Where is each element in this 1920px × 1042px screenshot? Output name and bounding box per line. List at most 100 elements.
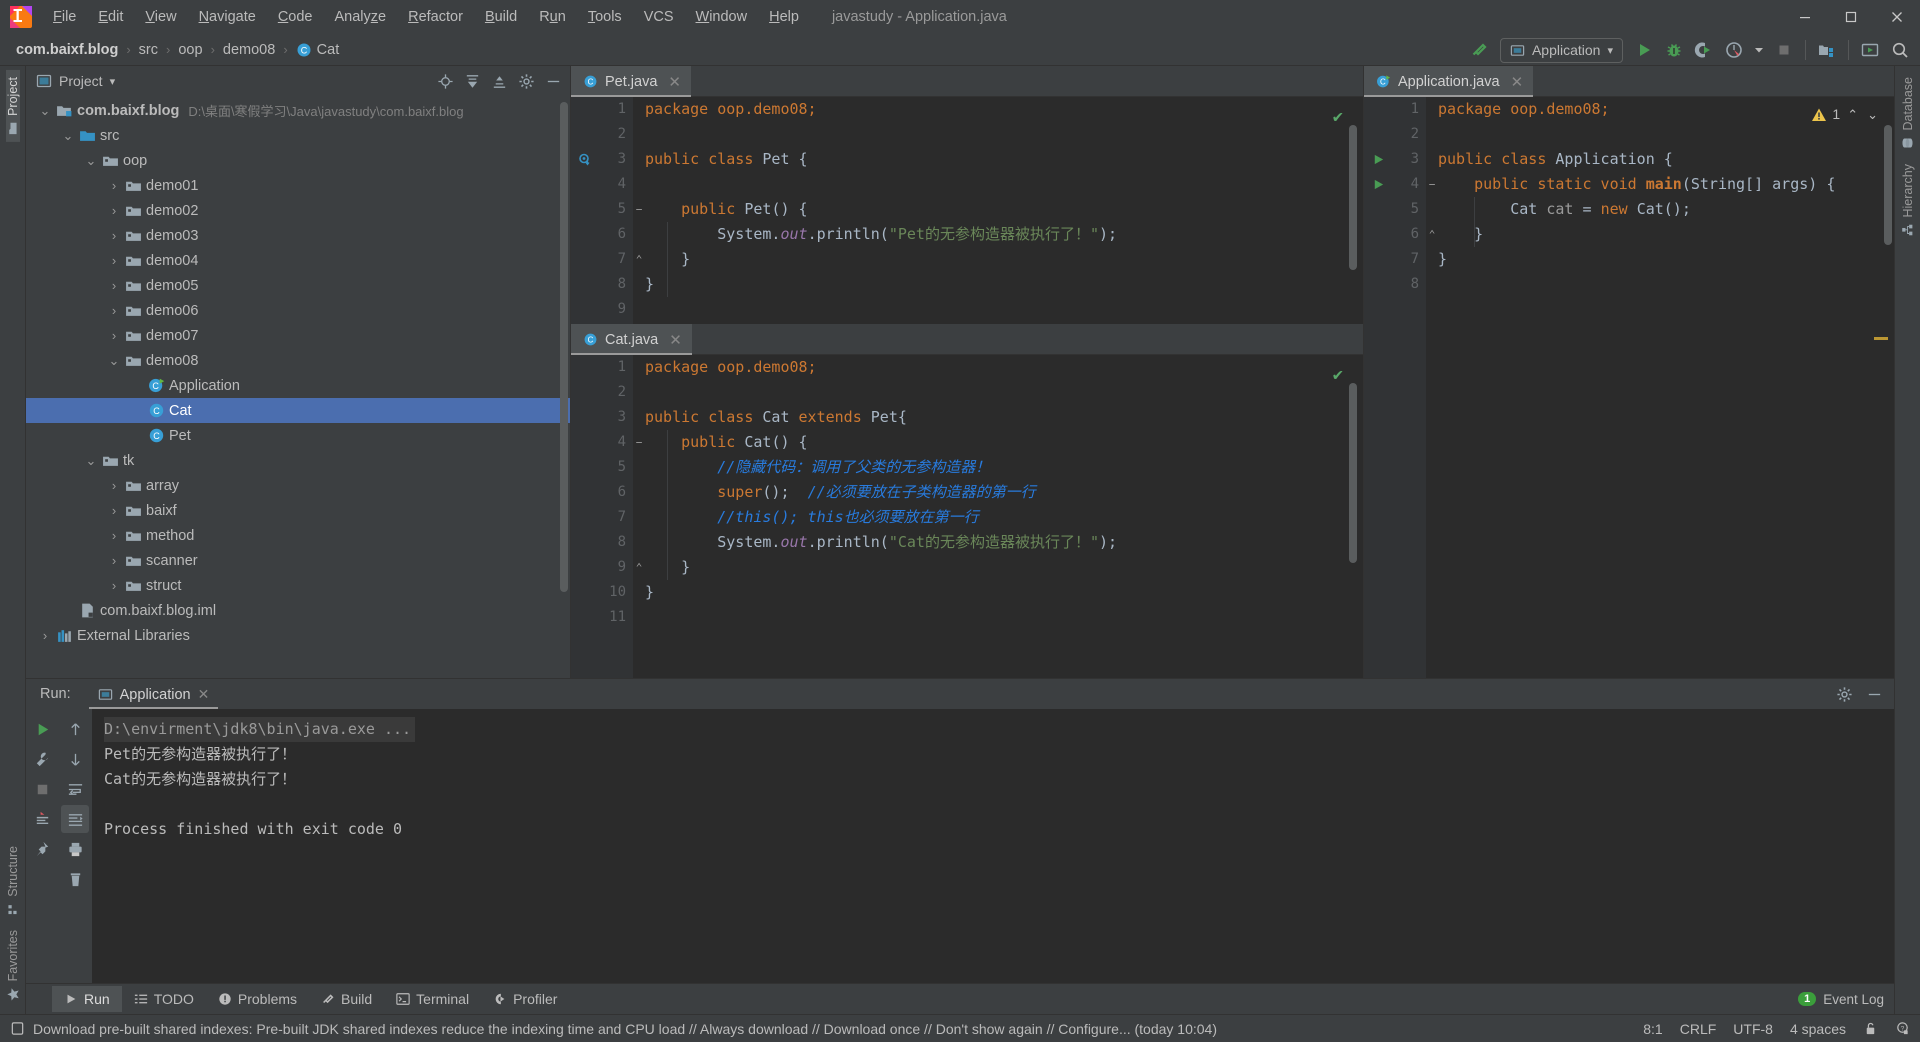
- code-line[interactable]: [645, 297, 1363, 322]
- code-line[interactable]: }: [645, 272, 1363, 297]
- debug-icon[interactable]: [1660, 37, 1688, 63]
- code-line[interactable]: }: [645, 247, 1363, 272]
- breadcrumb-item-demo08[interactable]: demo08: [219, 41, 279, 59]
- tree-node-baixf[interactable]: › baixf: [26, 498, 570, 523]
- menu-analyze[interactable]: Analyze: [324, 5, 398, 29]
- tree-node-demo04[interactable]: › demo04: [26, 248, 570, 273]
- code-line[interactable]: public static void main(String[] args) {: [1438, 172, 1894, 197]
- inspection-ok-icon[interactable]: ✔: [1333, 105, 1343, 130]
- chevron-down-icon[interactable]: ⌄: [82, 453, 100, 469]
- tree-node-struct[interactable]: › struct: [26, 573, 570, 598]
- soft-wrap-icon[interactable]: [61, 775, 89, 803]
- line-number[interactable]: 9 ⌃: [571, 555, 643, 580]
- breadcrumb-item-src[interactable]: src: [135, 41, 162, 59]
- code-line[interactable]: package oop.demo08;: [645, 97, 1363, 122]
- inspection-warning-widget[interactable]: 1 ⌃ ⌄: [1811, 102, 1880, 127]
- run-arrow-icon[interactable]: [1370, 152, 1386, 168]
- menu-bar[interactable]: FFileile Edit View Navigate Code Analyze…: [42, 5, 810, 29]
- print-icon[interactable]: [61, 835, 89, 863]
- bottom-tab-run[interactable]: Run: [52, 986, 122, 1012]
- tree-node-demo07[interactable]: › demo07: [26, 323, 570, 348]
- tree-node-method[interactable]: › method: [26, 523, 570, 548]
- tree-node-demo06[interactable]: › demo06: [26, 298, 570, 323]
- project-tree[interactable]: ⌄ com.baixf.blog D:\桌面\寒假学习\Java\javastudy…: [26, 96, 570, 678]
- line-number[interactable]: 7: [1364, 247, 1426, 272]
- collapse-all-icon[interactable]: [486, 69, 512, 93]
- search-everywhere-icon[interactable]: [1886, 37, 1914, 63]
- expand-all-icon[interactable]: [459, 69, 485, 93]
- line-number[interactable]: 7: [571, 505, 633, 530]
- chevron-right-icon[interactable]: ›: [105, 178, 123, 193]
- tab-cat-java[interactable]: C Cat.java ✕: [571, 324, 692, 355]
- chevron-right-icon[interactable]: ›: [105, 278, 123, 293]
- inspection-ok-icon[interactable]: ✔: [1333, 363, 1343, 388]
- chevron-down-icon[interactable]: ⌄: [82, 153, 100, 169]
- project-structure-icon[interactable]: [1813, 37, 1841, 63]
- line-number[interactable]: 4−: [571, 430, 643, 455]
- code-line[interactable]: }: [645, 580, 1363, 605]
- menu-run[interactable]: Run: [528, 5, 577, 29]
- prev-problem-icon[interactable]: ⌃: [1845, 102, 1860, 127]
- run-icon[interactable]: [1630, 37, 1658, 63]
- editor-scrollbar-application[interactable]: [1884, 125, 1892, 245]
- run-arrow-icon[interactable]: [1370, 177, 1386, 193]
- code-content-cat[interactable]: package oop.demo08; public class Cat ext…: [633, 355, 1363, 678]
- indent-setting[interactable]: 4 spaces: [1790, 1021, 1846, 1037]
- line-number[interactable]: 3: [1364, 147, 1426, 172]
- line-number[interactable]: 9: [571, 297, 633, 322]
- pin-icon[interactable]: [28, 835, 56, 863]
- code-editor-pet[interactable]: 1 2 3 4 5− 6 7 ⌃ 8 9 package oop.demo08; public c…: [571, 97, 1363, 324]
- chevron-right-icon[interactable]: ›: [105, 328, 123, 343]
- line-number[interactable]: 3: [571, 405, 633, 430]
- chevron-down-icon[interactable]: ⌄: [59, 128, 77, 144]
- bottom-tab-problems[interactable]: Problems: [206, 986, 309, 1012]
- line-number[interactable]: 2: [571, 380, 633, 405]
- code-line[interactable]: super(); //必须要放在子类构造器的第一行: [645, 480, 1363, 505]
- scroll-to-end-icon[interactable]: [61, 805, 89, 833]
- stop-icon[interactable]: [28, 775, 56, 803]
- error-stripe-marker[interactable]: [1874, 337, 1888, 340]
- bean-icon[interactable]: [577, 152, 593, 168]
- code-line[interactable]: [645, 122, 1363, 147]
- editor-scrollbar-cat[interactable]: [1349, 383, 1357, 563]
- tab-pet-java[interactable]: C Pet.java ✕: [571, 66, 691, 97]
- code-line[interactable]: }: [1438, 247, 1894, 272]
- close-icon[interactable]: ✕: [668, 73, 681, 91]
- line-number[interactable]: 5−: [571, 197, 643, 222]
- menu-tools[interactable]: Tools: [577, 5, 633, 29]
- sidebar-tab-hierarchy[interactable]: Hierarchy: [1901, 157, 1915, 244]
- caret-position[interactable]: 8:1: [1643, 1021, 1662, 1037]
- menu-refactor[interactable]: Refactor: [397, 5, 474, 29]
- tree-node-tk[interactable]: ⌄ tk: [26, 448, 570, 473]
- minimize-button[interactable]: [1782, 0, 1828, 34]
- chevron-right-icon[interactable]: ›: [105, 553, 123, 568]
- code-line[interactable]: }: [1438, 222, 1894, 247]
- wrench-icon[interactable]: [28, 745, 56, 773]
- chevron-right-icon[interactable]: ›: [105, 578, 123, 593]
- tree-node-com-baixf-blog[interactable]: ⌄ com.baixf.blog D:\桌面\寒假学习\Java\javastudy…: [26, 98, 570, 123]
- bottom-tab-terminal[interactable]: Terminal: [384, 986, 481, 1012]
- line-number[interactable]: 6 ⌃: [1364, 222, 1436, 247]
- breadcrumb-item-oop[interactable]: oop: [174, 41, 206, 59]
- line-number[interactable]: 10: [571, 580, 633, 605]
- updates-icon[interactable]: [1856, 37, 1884, 63]
- sidebar-tab-favorites[interactable]: Favorites: [6, 923, 20, 1008]
- bottom-tab-profiler[interactable]: Profiler: [481, 986, 569, 1012]
- line-number[interactable]: 11: [571, 605, 633, 630]
- code-content-application[interactable]: package oop.demo08; public class Applica…: [1426, 97, 1894, 678]
- menu-code[interactable]: Code: [267, 5, 324, 29]
- tree-node-scanner[interactable]: › scanner: [26, 548, 570, 573]
- tree-node-com-baixf-blog-iml[interactable]: com.baixf.blog.iml: [26, 598, 570, 623]
- code-line[interactable]: //隐藏代码：调用了父类的无参构造器！: [645, 455, 1363, 480]
- build-icon[interactable]: [1465, 37, 1493, 63]
- run-coverage-icon[interactable]: [1690, 37, 1718, 63]
- line-number[interactable]: 1: [1364, 97, 1426, 122]
- code-line[interactable]: Cat cat = new Cat();: [1438, 197, 1894, 222]
- line-number[interactable]: 8: [571, 530, 633, 555]
- tree-node-application[interactable]: C Application: [26, 373, 570, 398]
- line-number[interactable]: 4−: [1364, 172, 1435, 197]
- tree-node-demo02[interactable]: › demo02: [26, 198, 570, 223]
- close-button[interactable]: [1874, 0, 1920, 34]
- sidebar-tab-structure[interactable]: Structure: [6, 839, 20, 923]
- line-number[interactable]: 5: [571, 455, 633, 480]
